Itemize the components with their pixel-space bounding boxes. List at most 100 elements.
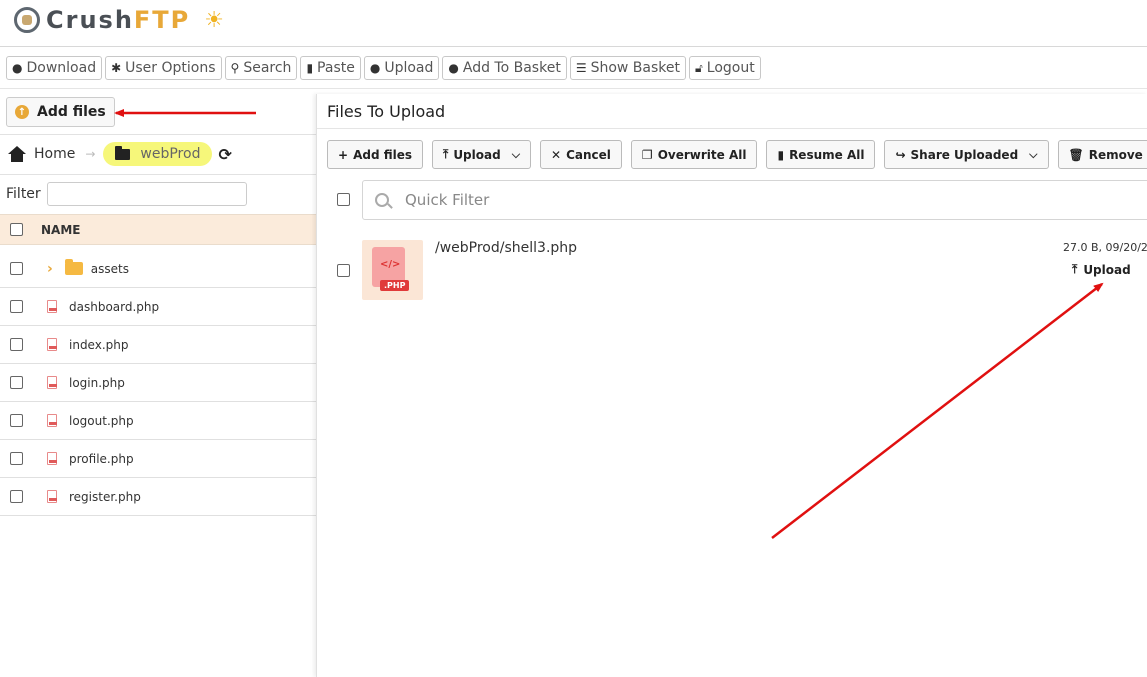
breadcrumb-current[interactable]: webProd: [103, 142, 213, 166]
row-checkbox[interactable]: [10, 262, 23, 275]
divider: [0, 46, 1147, 47]
download-label: Download: [26, 60, 97, 76]
php-thumb-tag: .PHP: [380, 280, 410, 291]
plus-icon: +: [338, 147, 349, 162]
panel-cancel-label: Cancel: [566, 147, 611, 162]
php-file-thumbnail-icon: </> .PHP: [362, 240, 423, 300]
search-button[interactable]: ⚲ Search: [224, 56, 298, 80]
show-basket-button[interactable]: ☰ Show Basket: [569, 56, 686, 80]
select-all-checkbox[interactable]: [10, 223, 23, 236]
row-checkbox[interactable]: [10, 452, 23, 465]
main-toolbar: ● Download ✱ User Options ⚲ Search ▮ Paste ●…: [6, 56, 761, 80]
add-to-basket-label: Add To Basket: [462, 60, 561, 76]
logout-button[interactable]: 🔓︎ Logout: [689, 56, 761, 80]
panel-upload-button[interactable]: ⤒ Upload ⌵: [432, 140, 532, 169]
lock-icon: 🔓︎: [695, 60, 703, 75]
trash-icon: 🗑︎: [1068, 147, 1084, 162]
download-button[interactable]: ● Download: [6, 56, 103, 80]
quick-filter-input[interactable]: Quick Filter: [362, 180, 1147, 220]
logo-text-ftp: FTP: [133, 6, 191, 34]
breadcrumb-home[interactable]: Home: [34, 146, 75, 162]
row-checkbox[interactable]: [10, 414, 23, 427]
crushftp-app: CrushFTP ☀ ● Download ✱ User Options ⚲ Sear…: [0, 0, 1147, 677]
share-uploaded-label: Share Uploaded: [910, 147, 1019, 162]
paste-icon: ▮: [777, 147, 785, 162]
row-checkbox[interactable]: [10, 300, 23, 313]
upload-icon: ⤒: [443, 147, 449, 161]
crushftp-logo-icon: [14, 7, 40, 33]
upload-item-meta: 27.0 B, 09/20/20: [1063, 241, 1147, 254]
row-checkbox[interactable]: [10, 376, 23, 389]
chevron-right-icon[interactable]: ›: [47, 261, 53, 277]
panel-cancel-button[interactable]: ✕ Cancel: [540, 140, 622, 169]
list-icon: ☰: [575, 61, 587, 75]
item-upload-label: Upload: [1083, 262, 1131, 277]
file-name[interactable]: assets: [91, 262, 129, 276]
upload-item: </> .PHP /webProd/shell3.php 27.0 B, 09/…: [317, 234, 1147, 304]
upload-button[interactable]: ● Upload: [363, 56, 440, 80]
select-all-uploads-checkbox[interactable]: [337, 193, 350, 206]
file-name[interactable]: dashboard.php: [69, 300, 159, 314]
upload-label: Upload: [384, 60, 434, 76]
close-icon: ✕: [551, 147, 562, 162]
refresh-icon[interactable]: ⟳: [218, 145, 231, 164]
share-uploaded-button[interactable]: ↪ Share Uploaded ⌵: [884, 140, 1049, 169]
logo-text-crush: Crush: [46, 6, 134, 34]
home-icon[interactable]: [8, 146, 26, 162]
paste-button[interactable]: ▮ Paste: [300, 56, 361, 80]
file-list-header: NAME: [0, 214, 316, 245]
logout-label: Logout: [706, 60, 755, 76]
search-icon: [375, 193, 389, 207]
sun-icon[interactable]: ☀: [204, 8, 224, 33]
overwrite-all-button[interactable]: ❐ Overwrite All: [630, 140, 758, 169]
file-name[interactable]: index.php: [69, 338, 128, 352]
search-icon: ⚲: [230, 61, 240, 75]
divider: [0, 134, 316, 135]
share-icon: ↪: [895, 147, 906, 162]
panel-add-files-button[interactable]: + Add files: [327, 140, 423, 169]
list-item[interactable]: logout.php: [0, 402, 316, 440]
remove-button[interactable]: 🗑︎Remove⌵: [1057, 140, 1147, 169]
add-to-basket-button[interactable]: ● Add To Basket: [442, 56, 567, 80]
upload-item-checkbox[interactable]: [337, 264, 350, 277]
row-checkbox[interactable]: [10, 490, 23, 503]
plus-circle-icon: ↑: [15, 105, 29, 119]
row-checkbox[interactable]: [10, 338, 23, 351]
chevron-down-icon: ⌵: [511, 147, 521, 161]
resume-all-button[interactable]: ▮ Resume All: [766, 140, 876, 169]
list-item[interactable]: login.php: [0, 364, 316, 402]
file-name[interactable]: logout.php: [69, 414, 134, 428]
list-item[interactable]: › assets: [0, 250, 316, 288]
divider: [0, 88, 1147, 89]
user-options-button[interactable]: ✱ User Options: [105, 56, 222, 80]
upload-circle-icon: ●: [369, 61, 381, 75]
divider: [0, 174, 316, 175]
add-files-button[interactable]: ↑ Add files: [6, 97, 115, 127]
search-label: Search: [243, 60, 292, 76]
item-upload-button[interactable]: ⤒ Upload: [1072, 262, 1131, 277]
divider: [317, 128, 1147, 129]
list-item[interactable]: dashboard.php: [0, 288, 316, 326]
gear-icon: ✱: [111, 61, 122, 75]
panel-title: Files To Upload: [327, 102, 446, 121]
list-item[interactable]: profile.php: [0, 440, 316, 478]
list-item[interactable]: register.php: [0, 478, 316, 516]
file-list: › assets dashboard.php index.php login.p…: [0, 250, 316, 516]
folder-open-icon: [115, 145, 131, 160]
paste-icon: ▮: [306, 61, 314, 75]
php-file-icon: [47, 452, 57, 465]
breadcrumb: Home → webProd ⟳: [8, 140, 232, 168]
show-basket-label: Show Basket: [590, 60, 680, 76]
upload-icon: ⤒: [1072, 262, 1078, 276]
php-file-icon: [47, 300, 57, 313]
file-name[interactable]: profile.php: [69, 452, 134, 466]
list-item[interactable]: index.php: [0, 326, 316, 364]
filter-input[interactable]: [47, 182, 247, 206]
php-file-icon: [47, 490, 57, 503]
logo: CrushFTP ☀: [14, 5, 224, 35]
folder-icon: [64, 259, 83, 275]
name-column-header[interactable]: NAME: [41, 223, 80, 237]
file-name[interactable]: login.php: [69, 376, 125, 390]
filter-label: Filter: [6, 186, 41, 202]
file-name[interactable]: register.php: [69, 490, 141, 504]
